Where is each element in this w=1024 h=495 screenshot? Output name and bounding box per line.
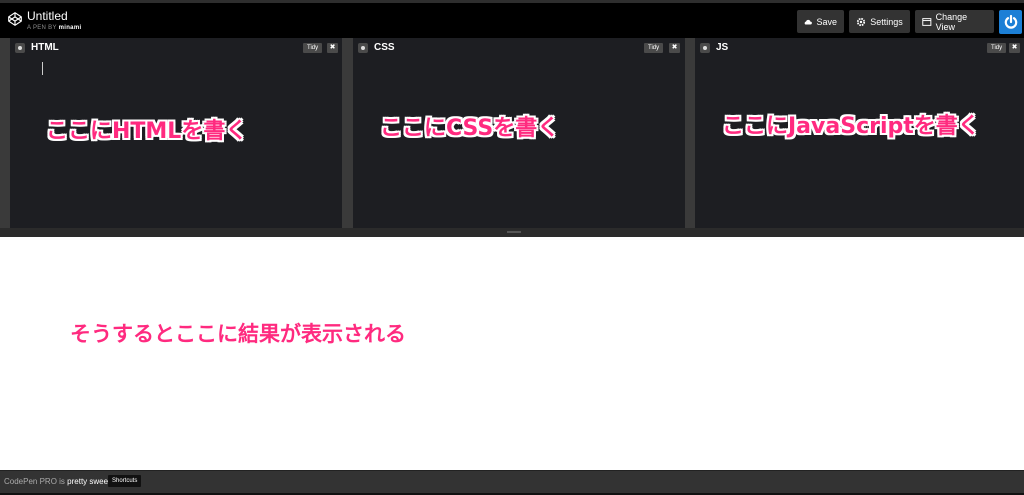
pen-title[interactable]: Untitled [27, 9, 81, 23]
top-header: Untitled A PEN BY minami Save Settings C… [0, 0, 1024, 38]
css-gutter [353, 57, 365, 228]
html-settings-icon[interactable] [15, 42, 25, 53]
text-cursor [42, 62, 43, 75]
gear-icon [857, 17, 866, 26]
js-editor-header: JS Tidy ✖ [695, 38, 1024, 57]
codepen-logo-icon[interactable] [8, 12, 22, 26]
result-annotation: そうするとここに結果が表示される [70, 322, 406, 346]
change-view-button[interactable]: Change View [915, 10, 994, 33]
author-name[interactable]: minami [59, 25, 82, 31]
pen-author-line: A PEN BY minami [27, 25, 81, 31]
html-gutter [10, 57, 22, 228]
pen-title-block: Untitled A PEN BY minami [27, 9, 81, 31]
footer-bar: CodePen PRO is pretty sweet. Shortcuts [0, 470, 1024, 495]
result-preview [0, 237, 1024, 470]
js-tidy-button[interactable]: Tidy [987, 43, 1007, 53]
save-label: Save [816, 16, 837, 27]
html-tidy-button[interactable]: Tidy [303, 43, 323, 53]
js-annotation: ここにJavaScriptを書く [722, 114, 980, 139]
html-annotation: ここにHTMLを書く [46, 119, 248, 144]
css-editor-header: CSS Tidy ✖ [353, 38, 685, 57]
css-settings-icon[interactable] [358, 42, 368, 53]
editor-resize-handle[interactable] [0, 228, 1024, 237]
js-editor-title: JS [716, 42, 729, 53]
resize-grip [507, 231, 521, 233]
pen-by-label: A PEN BY [27, 25, 57, 31]
layout-icon [922, 17, 932, 26]
js-settings-icon[interactable] [700, 42, 710, 53]
html-editor-header: HTML Tidy ✖ [10, 38, 342, 57]
power-icon [1004, 14, 1017, 29]
footer-promo-prefix: CodePen PRO is [4, 477, 65, 486]
css-collapse-icon[interactable]: ✖ [669, 43, 680, 53]
footer-promo[interactable]: CodePen PRO is pretty sweet. [4, 477, 113, 486]
html-editor-title: HTML [31, 42, 59, 53]
css-editor-title: CSS [374, 42, 395, 53]
js-gutter [695, 57, 707, 228]
html-collapse-icon[interactable]: ✖ [327, 43, 338, 53]
css-tidy-button[interactable]: Tidy [644, 43, 664, 53]
css-annotation: ここにCSSを書く [380, 116, 560, 141]
cloud-icon [804, 19, 812, 25]
footer-promo-highlight: pretty sweet. [67, 477, 113, 486]
change-view-label: Change View [935, 11, 968, 32]
settings-button[interactable]: Settings [849, 10, 910, 33]
js-collapse-icon[interactable]: ✖ [1009, 43, 1020, 53]
settings-label: Settings [870, 16, 903, 27]
save-button[interactable]: Save [797, 10, 844, 33]
power-button[interactable] [999, 10, 1022, 34]
shortcuts-button[interactable]: Shortcuts [108, 475, 142, 487]
